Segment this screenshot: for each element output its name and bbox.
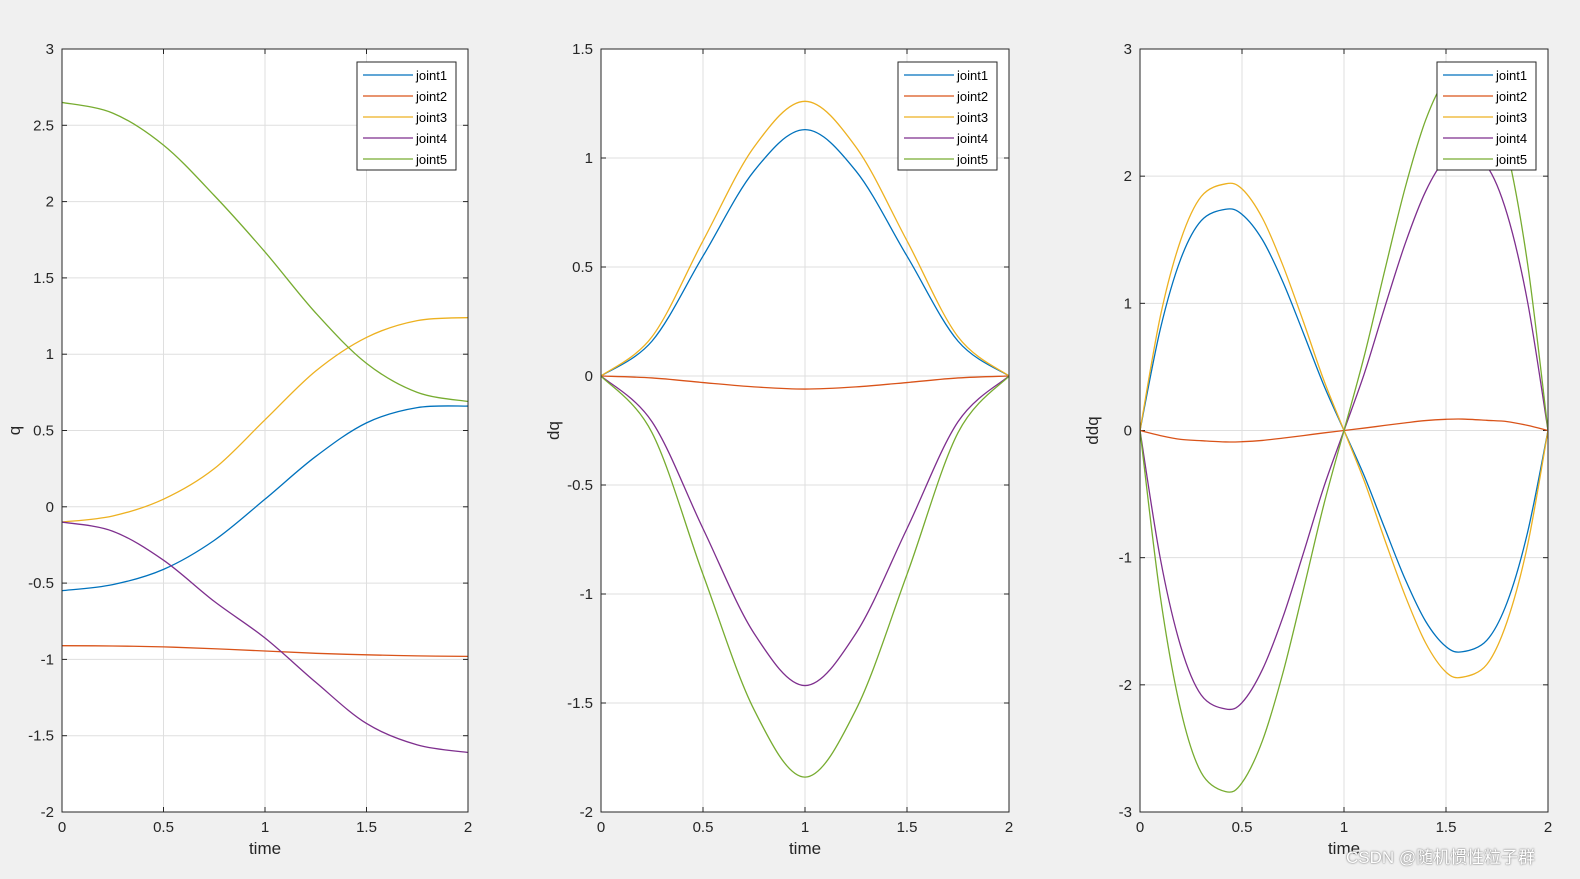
- x-tick-label: 0: [1136, 819, 1144, 836]
- legend-label-joint5: joint5: [415, 152, 447, 167]
- y-tick-label: 1.5: [33, 270, 54, 287]
- y-tick-label: 0: [46, 499, 54, 516]
- y-tick-label: -2: [41, 804, 54, 821]
- y-tick-label: 3: [1124, 41, 1132, 58]
- y-tick-label: -3: [1119, 804, 1132, 821]
- y-tick-label: 1: [585, 150, 593, 167]
- subplot-1: 0 0.5 1 1.5 2 -2 -1.5 -1 -0.5 0 0.5 1 1.5 2 2.5 3 time q j…: [5, 41, 472, 858]
- y-tick-label: 1.5: [572, 41, 593, 58]
- x-tick-label: 1.5: [1436, 819, 1457, 836]
- legend-label-joint4: joint4: [1495, 131, 1527, 146]
- x-axis-label: time: [789, 839, 821, 858]
- legend-label-joint2: joint2: [1495, 89, 1527, 104]
- legend: joint1 joint2 joint3 joint4 joint5: [897, 61, 998, 171]
- y-tick-label: 2: [1124, 168, 1132, 185]
- legend-label-joint3: joint3: [956, 110, 988, 125]
- y-tick-label: -1: [41, 651, 54, 668]
- x-tick-label: 0.5: [693, 819, 714, 836]
- y-tick-label: 0: [1124, 423, 1132, 440]
- figure: 0 0.5 1 1.5 2 -2 -1.5 -1 -0.5 0 0.5 1 1.5 2 2.5 3 time q j…: [5, 41, 1552, 858]
- y-tick-label: 0.5: [572, 259, 593, 276]
- legend-label-joint2: joint2: [956, 89, 988, 104]
- x-tick-label: 1: [801, 819, 809, 836]
- legend-label-joint1: joint1: [415, 68, 447, 83]
- y-tick-label: -1.5: [567, 695, 593, 712]
- x-tick-label: 2: [464, 819, 472, 836]
- legend-label-joint1: joint1: [1495, 68, 1527, 83]
- legend-label-joint5: joint5: [1495, 152, 1527, 167]
- x-tick-label: 1: [261, 819, 269, 836]
- legend-label-joint3: joint3: [1495, 110, 1527, 125]
- x-tick-label: 0.5: [1232, 819, 1253, 836]
- y-tick-label: -2: [1119, 677, 1132, 694]
- y-tick-label: -1: [580, 586, 593, 603]
- legend: joint1 joint2 joint3 joint4 joint5: [356, 61, 457, 171]
- x-tick-label: 1: [1340, 819, 1348, 836]
- y-tick-label: 2.5: [33, 117, 54, 134]
- legend-label-joint4: joint4: [415, 131, 447, 146]
- x-tick-label: 2: [1005, 819, 1013, 836]
- y-tick-label: -1.5: [28, 728, 54, 745]
- x-tick-label: 0: [597, 819, 605, 836]
- y-tick-label: -0.5: [567, 477, 593, 494]
- y-tick-label: -1: [1119, 550, 1132, 567]
- x-tick-label: 0.5: [153, 819, 174, 836]
- y-axis-label: ddq: [1083, 416, 1102, 444]
- legend-label-joint3: joint3: [415, 110, 447, 125]
- x-tick-label: 2: [1544, 819, 1552, 836]
- y-tick-label: -0.5: [28, 575, 54, 592]
- y-tick-label: 1: [46, 346, 54, 363]
- y-axis-label: dq: [544, 421, 563, 440]
- y-tick-label: 2: [46, 194, 54, 211]
- legend: joint1 joint2 joint3 joint4 joint5: [1436, 61, 1537, 171]
- y-axis-label: q: [5, 426, 24, 435]
- y-tick-label: -2: [580, 804, 593, 821]
- subplot-2: 0 0.5 1 1.5 2 -2 -1.5 -1 -0.5 0 0.5 1 1.5 time dq joint…: [544, 41, 1013, 858]
- watermark-text: CSDN @随机惯性粒子群: [1346, 848, 1536, 867]
- x-axis-label: time: [249, 839, 281, 858]
- y-tick-label: 0: [585, 368, 593, 385]
- legend-label-joint4: joint4: [956, 131, 988, 146]
- y-tick-label: 0.5: [33, 423, 54, 440]
- x-tick-label: 1.5: [356, 819, 377, 836]
- legend-label-joint2: joint2: [415, 89, 447, 104]
- x-tick-label: 1.5: [897, 819, 918, 836]
- y-tick-label: 3: [46, 41, 54, 58]
- y-tick-label: 1: [1124, 295, 1132, 312]
- legend-label-joint5: joint5: [956, 152, 988, 167]
- x-tick-label: 0: [58, 819, 66, 836]
- legend-label-joint1: joint1: [956, 68, 988, 83]
- subplot-3: 0 0.5 1 1.5 2-3-2-10123timeddqjoint1joint2jo…: [1083, 41, 1552, 858]
